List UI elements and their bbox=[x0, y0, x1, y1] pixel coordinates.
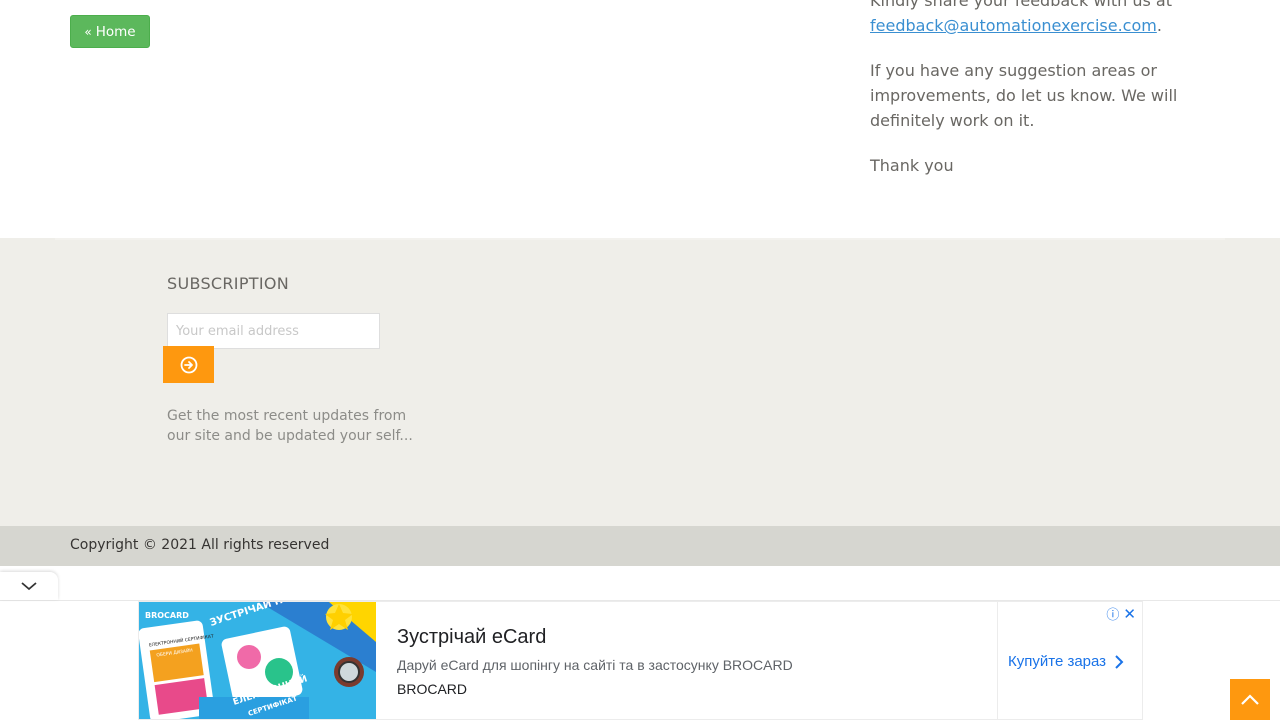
copyright-text: Copyright © 2021 All rights reserved bbox=[70, 537, 330, 553]
feedback-suffix: . bbox=[1156, 16, 1162, 35]
ad-cta-button[interactable]: Купуйте зараз bbox=[1008, 653, 1124, 670]
thanks-text: Thank you bbox=[870, 156, 954, 175]
subscription-note: Get the most recent updates from our sit… bbox=[167, 408, 413, 444]
ad-title[interactable]: Зустрічай eCard bbox=[397, 626, 997, 649]
copyright-bar: Copyright © 2021 All rights reserved bbox=[0, 526, 1280, 566]
home-button-label: Home bbox=[95, 23, 136, 40]
subscription-email-input[interactable] bbox=[167, 313, 380, 349]
ad-description: Даруй eCard для шопінгу на сайті та в за… bbox=[397, 657, 793, 673]
footer-subscription-area: SUBSCRIPTION Get the most recent updates… bbox=[0, 238, 1280, 526]
scroll-up-button[interactable] bbox=[1230, 679, 1270, 720]
arrow-circle-right-icon bbox=[180, 356, 197, 373]
ad-image-brand: BROCARD bbox=[145, 611, 189, 620]
ad-cta-area[interactable]: ⓘ ✕ Купуйте зараз bbox=[997, 602, 1142, 719]
ad-cta-label: Купуйте зараз bbox=[1008, 653, 1107, 670]
feedback-prefix: Kindly share your feedback with us at bbox=[870, 0, 1172, 10]
home-button[interactable]: « Home bbox=[70, 15, 150, 48]
chevron-right-icon bbox=[1115, 654, 1124, 669]
ad-image-graphic: BROCARD ЗУСТРІЧАЙ НОВИНКУ! ЕЛЕКТРОННИЙ С… bbox=[139, 602, 376, 719]
subscription-title: SUBSCRIPTION bbox=[167, 274, 290, 293]
info-icon[interactable]: ⓘ bbox=[1106, 604, 1119, 623]
suggestion-text: If you have any suggestion areas or impr… bbox=[870, 61, 1178, 130]
close-icon[interactable]: ✕ bbox=[1123, 605, 1136, 623]
feedback-line: Kindly share your feedback with us at fe… bbox=[870, 0, 1200, 38]
ad-text-block[interactable]: Зустрічай eCard Даруй eCard для шопінгу … bbox=[397, 626, 997, 697]
ad-image[interactable]: BROCARD ЗУСТРІЧАЙ НОВИНКУ! ЕЛЕКТРОННИЙ С… bbox=[139, 602, 376, 719]
ad-collapse-button[interactable] bbox=[0, 572, 58, 600]
feedback-email-link[interactable]: feedback@automationexercise.com bbox=[870, 16, 1157, 35]
feedback-text: Kindly share your feedback with us at fe… bbox=[870, 0, 1200, 198]
subscribe-button[interactable] bbox=[163, 346, 214, 383]
divider bbox=[55, 238, 1225, 240]
angle-up-icon bbox=[1241, 693, 1259, 705]
ad-choices: ⓘ ✕ bbox=[1106, 604, 1136, 624]
advertisement-banner[interactable]: BROCARD ЗУСТРІЧАЙ НОВИНКУ! ЕЛЕКТРОННИЙ С… bbox=[138, 601, 1143, 720]
ad-brand: BROCARD bbox=[397, 681, 468, 697]
chevron-down-icon bbox=[21, 582, 37, 591]
angle-double-left-icon: « bbox=[84, 24, 92, 39]
